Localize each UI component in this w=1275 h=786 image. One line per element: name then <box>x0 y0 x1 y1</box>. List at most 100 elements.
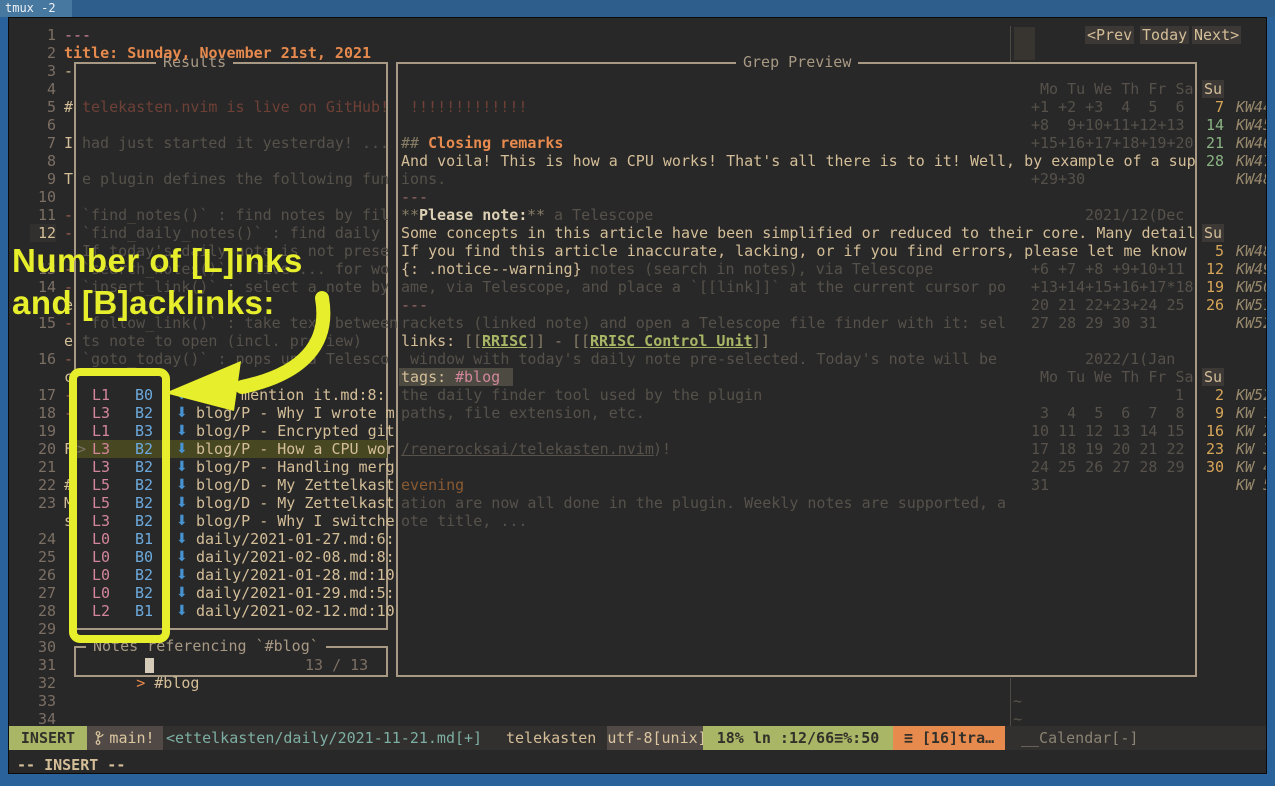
result-row[interactable]: L0B2⬇daily/2021-01-29.md:5: <box>75 584 387 602</box>
result-row[interactable]: L2B1⬇daily/2021-02-12.md:10 <box>75 602 387 620</box>
result-text: daily/2021-02-08.md:8: <box>196 548 395 566</box>
preview-text: ions. <box>401 170 446 188</box>
preview-text: 2022/1(Jan <box>1085 350 1175 368</box>
preview-text: )! <box>653 440 671 458</box>
preview-text: ** <box>401 206 419 224</box>
preview-text: notes (search in notes), via Telescope <box>590 260 933 278</box>
result-text: blog/P - How a CPU wor <box>196 440 395 458</box>
preview-text: paths, file extension, etc. <box>401 404 645 422</box>
result-row[interactable]: L5B2⬇blog/D - My Zettelkast <box>75 494 387 512</box>
git-branch-label: main! <box>109 729 154 747</box>
calendar-day[interactable]: 30 <box>1197 458 1224 476</box>
link-count: L1 <box>92 422 110 440</box>
result-text: blog/P - Handling merg <box>196 458 395 476</box>
backlink-count: B2 <box>135 458 153 476</box>
week-number: KW52 <box>1236 386 1267 404</box>
mode-indicator-label: INSERT <box>21 729 75 747</box>
week-number: KW48 <box>1236 170 1267 188</box>
calendar-day[interactable]: 28 <box>1197 152 1224 170</box>
line-number: 10 <box>30 188 56 206</box>
window-separator[interactable] <box>1010 678 1011 726</box>
line-number: 25 <box>30 548 56 566</box>
text-cursor <box>145 658 154 673</box>
preview-text: 20 21 22+23+24 25 <box>1031 296 1185 314</box>
preview-text: Please note: <box>419 206 527 224</box>
preview-text: Mo Tu We Th Fr Sa <box>1040 80 1194 98</box>
calendar-su-header: Su <box>1202 368 1224 386</box>
calendar-prev-button[interactable]: <Prev <box>1085 26 1134 44</box>
git-branch: main! <box>87 726 163 750</box>
calendar-day[interactable]: 14 <box>1197 116 1224 134</box>
result-row[interactable]: L3B2⬇blog/P - Why I wrote m <box>75 404 387 422</box>
line-number: 7 <box>30 134 56 152</box>
result-row[interactable]: L1B0⬇i mention it.md:8: <box>75 386 387 404</box>
calendar-day[interactable]: 21 <box>1197 134 1224 152</box>
down-arrow-icon: ⬇ <box>176 512 188 530</box>
selection-caret: > <box>77 440 86 458</box>
calendar-today-button[interactable]: Today <box>1140 26 1189 44</box>
calendar-day[interactable]: 12 <box>1197 260 1224 278</box>
preview-text: 3 4 5 6 7 8 <box>1031 404 1185 422</box>
calendar-buffer-label: __Calendar[-] <box>1021 726 1171 750</box>
window-separator[interactable] <box>1010 26 1011 62</box>
search-input[interactable]: > #blog <box>82 656 199 674</box>
week-number: KW44 <box>1236 98 1267 116</box>
buffer-text: ts note to open (incl. preview) <box>82 332 362 350</box>
calendar-day[interactable]: 23 <box>1197 440 1224 458</box>
preview-text: rackets (linked note) and open a Telesco… <box>401 314 1006 332</box>
calendar-day[interactable]: 26 <box>1197 296 1224 314</box>
mode-indicator: INSERT <box>9 726 87 750</box>
buffer-text: - <box>64 206 73 224</box>
calendar-day[interactable]: 19 <box>1197 278 1224 296</box>
result-row[interactable]: >L3B2⬇blog/P - How a CPU wor <box>75 440 387 458</box>
calendar-day[interactable]: 2 <box>1197 386 1224 404</box>
calendar-next-button[interactable]: Next> <box>1192 26 1241 44</box>
calendar-day[interactable]: 16 <box>1197 422 1224 440</box>
backlink-count: B1 <box>135 530 153 548</box>
wiki-link[interactable]: RRISC Control Unit <box>590 332 753 350</box>
result-row[interactable]: L5B2⬇blog/D - My Zettelkast <box>75 476 387 494</box>
preview-text: +8 9+10+11+12+13 <box>1031 116 1185 134</box>
wiki-link[interactable]: RRISC <box>482 332 527 350</box>
preview-text: --- <box>401 188 428 206</box>
preview-text: 31 <box>1031 476 1049 494</box>
link-count: L5 <box>92 494 110 512</box>
tmux-tab[interactable]: tmux -2 <box>0 0 72 17</box>
result-row[interactable]: L0B2⬇daily/2021-01-28.md:10 <box>75 566 387 584</box>
down-arrow-icon: ⬇ <box>176 440 188 458</box>
line-number: 19 <box>30 422 56 440</box>
result-row[interactable]: L3B2⬇blog/P - Handling merg <box>75 458 387 476</box>
preview-text: ## <box>401 134 428 152</box>
preview-text: {: .notice--warning} <box>401 260 582 278</box>
buffer-text: e <box>64 332 73 350</box>
preview-text: the daily finder tool used by the plugin <box>401 386 762 404</box>
down-arrow-icon: ⬇ <box>176 494 188 512</box>
line-number: 5 <box>30 98 56 116</box>
result-row[interactable]: L1B3⬇blog/P - Encrypted git <box>75 422 387 440</box>
preview-text: ]] <box>527 332 545 350</box>
annotation-text-line1: Number of [L]inks <box>12 240 303 282</box>
result-row[interactable]: L3B2⬇blog/P - Why I switche <box>75 512 387 530</box>
command-line-mode: -- INSERT -- <box>17 755 125 774</box>
line-number: 28 <box>30 602 56 620</box>
line-number: 30 <box>30 638 56 656</box>
result-row[interactable]: L0B0⬇daily/2021-02-08.md:8: <box>75 548 387 566</box>
preview-text: /renerocksai/telekasten.nvim <box>401 440 654 458</box>
down-arrow-icon: ⬇ <box>176 584 188 602</box>
line-number: 34 <box>30 710 56 728</box>
empty-line-tilde: ~ <box>1013 710 1022 728</box>
statusline: INSERTmain!<ettelkasten/daily/2021-11-21… <box>9 726 1266 750</box>
calendar-day[interactable]: 9 <box>1197 404 1224 422</box>
buffer-text: F <box>64 440 73 458</box>
calendar-day[interactable]: 5 <box>1197 242 1224 260</box>
backlink-count: B2 <box>135 584 153 602</box>
week-number: KW51 <box>1236 296 1267 314</box>
week-number: KW 3 <box>1236 440 1267 458</box>
link-count: L2 <box>92 602 110 620</box>
line-number: 21 <box>30 458 56 476</box>
calendar-day[interactable]: 7 <box>1197 98 1224 116</box>
line-number: 27 <box>30 584 56 602</box>
result-row[interactable]: L0B1⬇daily/2021-01-27.md:6: <box>75 530 387 548</box>
preview-text: 17 18 19 20 21 22 <box>1031 440 1185 458</box>
down-arrow-icon: ⬇ <box>176 458 188 476</box>
